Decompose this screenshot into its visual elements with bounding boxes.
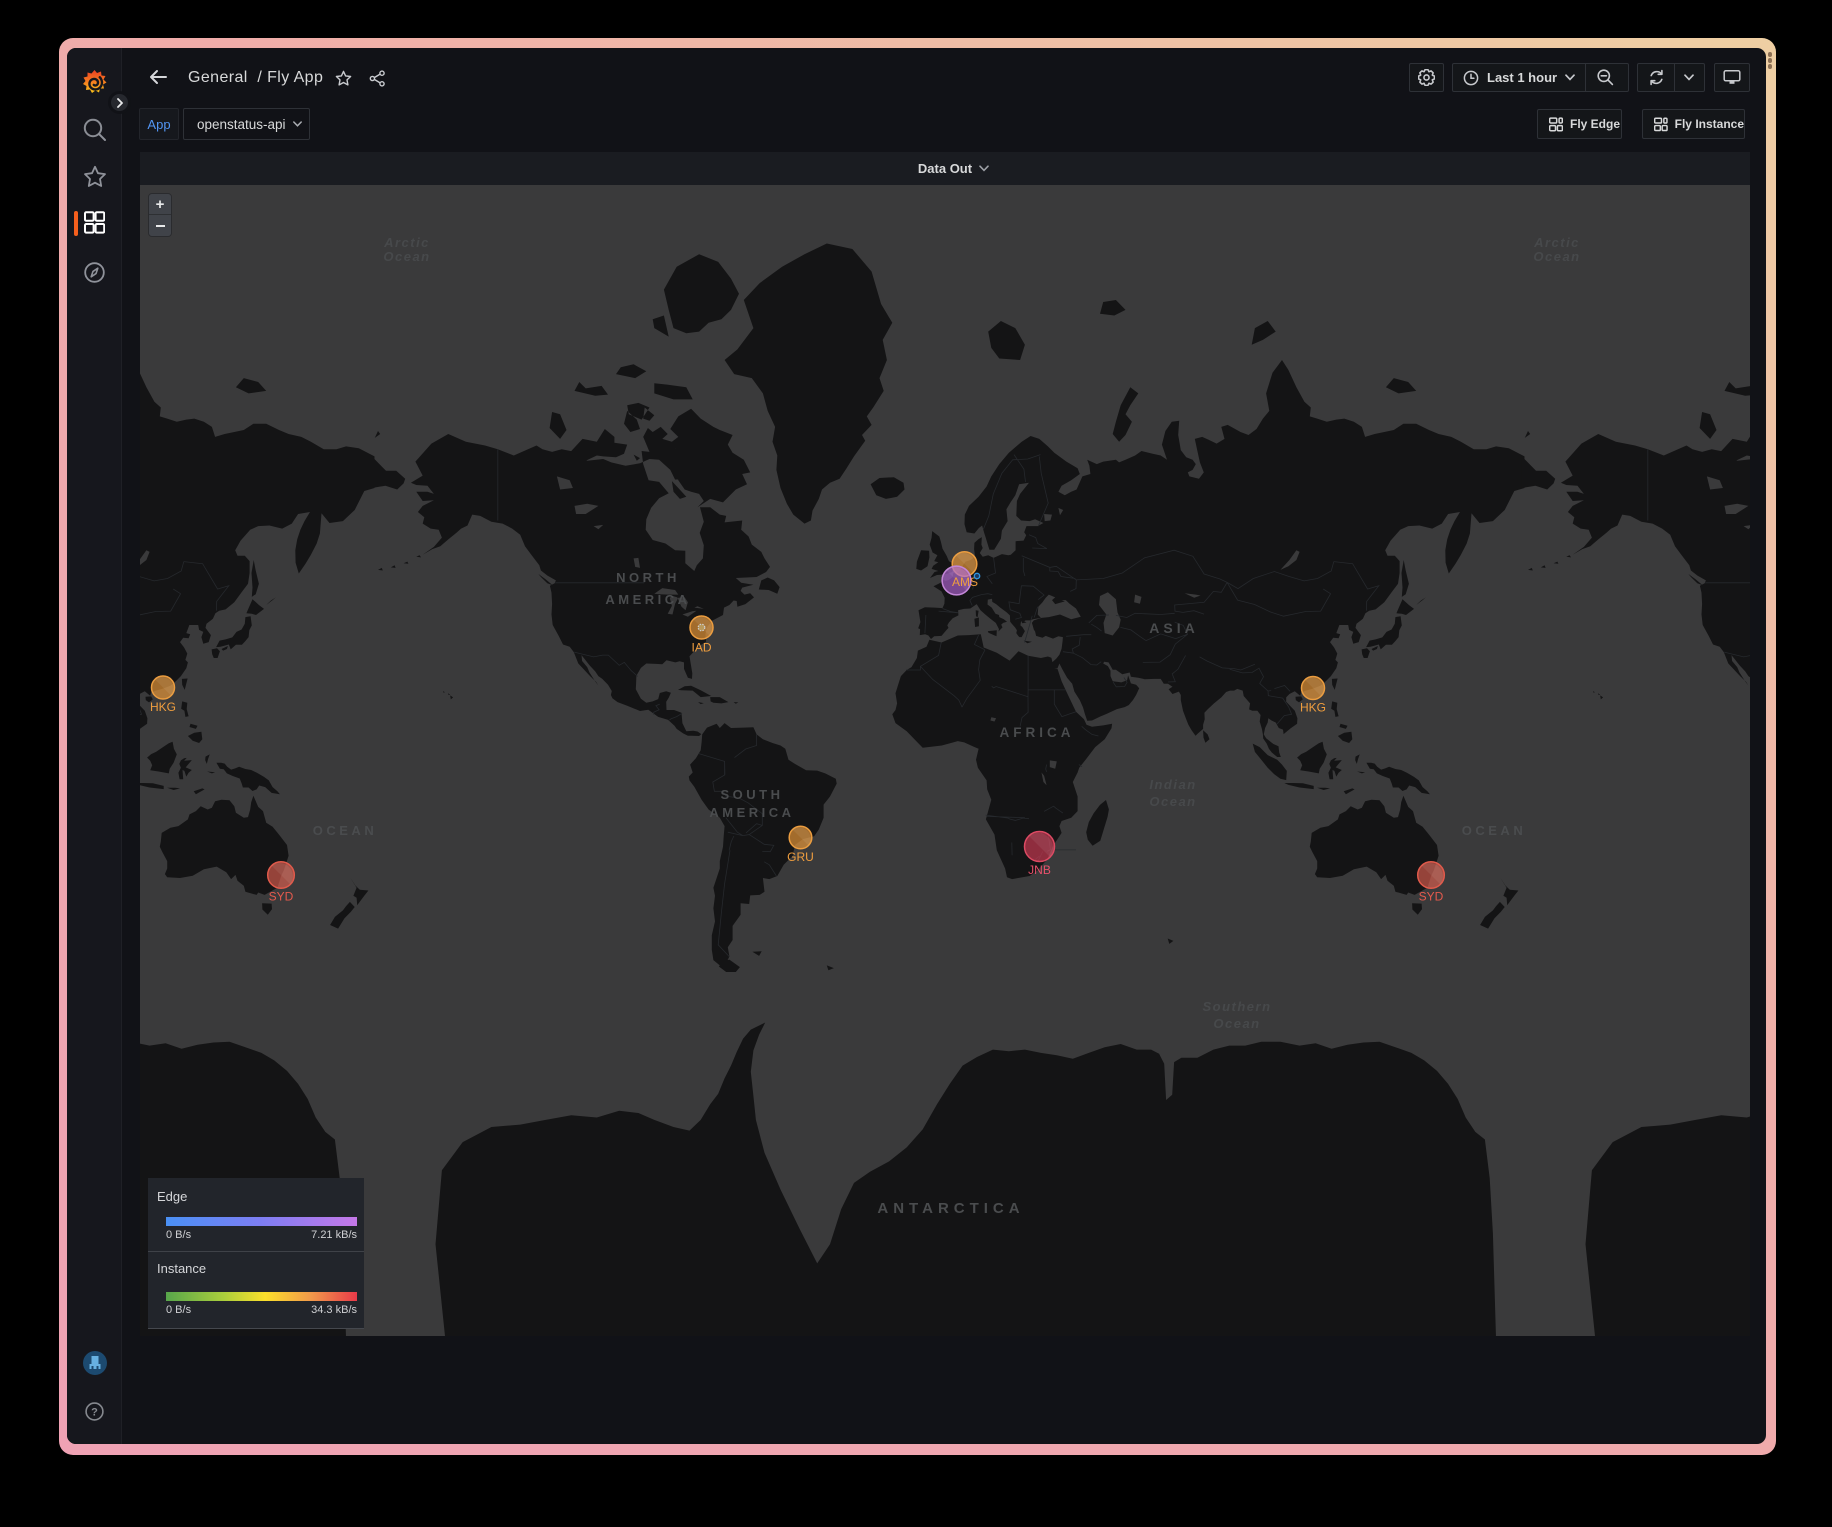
svg-text:SYD: SYD: [1419, 890, 1444, 904]
svg-text:Arctic: Arctic: [1533, 235, 1580, 250]
svg-text:JNB: JNB: [1028, 863, 1051, 877]
svg-text:OCEAN: OCEAN: [313, 823, 377, 838]
svg-text:Arctic: Arctic: [383, 235, 430, 250]
svg-text:SYD: SYD: [269, 890, 294, 904]
svg-text:SOUTH: SOUTH: [721, 787, 784, 802]
svg-text:HKG: HKG: [150, 700, 176, 714]
svg-text:GRU: GRU: [787, 850, 814, 864]
svg-text:Ocean: Ocean: [1533, 249, 1580, 264]
svg-text:ASIA: ASIA: [1149, 620, 1198, 636]
svg-text:AMERICA: AMERICA: [709, 805, 794, 820]
svg-text:NORTH: NORTH: [616, 570, 680, 585]
svg-text:OCEAN: OCEAN: [1462, 823, 1526, 838]
svg-text:Ocean: Ocean: [1149, 794, 1196, 809]
svg-text:?: ?: [91, 1407, 98, 1419]
svg-text:Southern: Southern: [1202, 999, 1271, 1014]
svg-text:Ocean: Ocean: [383, 249, 430, 264]
svg-text:ANTARCTICA: ANTARCTICA: [877, 1200, 1024, 1217]
svg-text:AMERICA: AMERICA: [605, 592, 690, 607]
svg-text:Ocean: Ocean: [1213, 1016, 1260, 1031]
svg-text:IAD: IAD: [691, 641, 711, 655]
svg-text:Indian: Indian: [1149, 777, 1196, 792]
svg-text:HKG: HKG: [1300, 701, 1326, 715]
svg-text:AFRICA: AFRICA: [1000, 725, 1075, 740]
